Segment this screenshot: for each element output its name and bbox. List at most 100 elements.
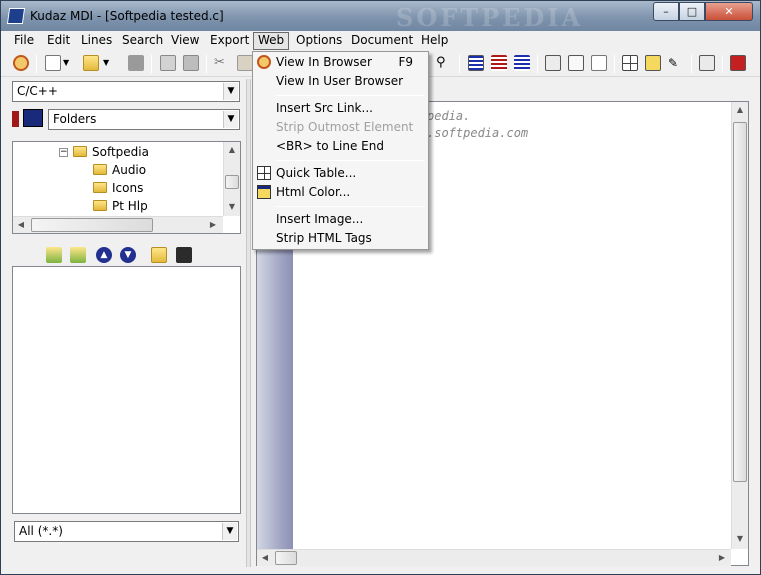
document-icon[interactable] [545,55,561,71]
close-button[interactable]: ✕ [705,2,753,21]
scroll-right-icon[interactable]: ▶ [714,550,730,566]
exit-icon[interactable] [730,55,746,71]
menu-quick-table[interactable]: Quick Table... [253,164,428,183]
blank-document-icon[interactable] [591,55,607,71]
open-folder-icon[interactable] [83,55,99,71]
find-icon[interactable]: ⚲ [436,55,452,71]
tree-item[interactable]: Icons [93,180,143,196]
menu-help[interactable]: Help [417,32,452,50]
folder-forward-icon[interactable] [70,247,86,263]
chevron-down-icon[interactable]: ▼ [223,111,238,128]
align-left-icon[interactable] [468,55,484,71]
menu-file[interactable]: File [10,32,38,50]
editor-horizontal-scrollbar[interactable]: ◀ ▶ [257,549,731,566]
menu-view[interactable]: View [167,32,203,50]
tree-item[interactable]: Softpedia [73,144,149,160]
menu-document[interactable]: Document [347,32,417,50]
tree-horizontal-scrollbar[interactable]: ◀ ▶ [13,216,223,233]
align-center-icon[interactable] [491,55,507,71]
minimize-button[interactable]: – [653,2,679,21]
web-menu-dropdown: View In Browser F9 View In User Browser … [252,51,429,250]
arrow-down-icon[interactable]: ▼ [120,247,136,263]
tree-vertical-scrollbar[interactable]: ▲ ▼ [223,142,240,216]
image-icon[interactable] [23,109,43,127]
menu-insert-src-link[interactable]: Insert Src Link... [253,99,428,118]
save-icon[interactable] [128,55,144,71]
save-all-icon[interactable] [183,55,199,71]
language-select[interactable]: C/C++ ▼ [12,81,240,102]
menu-export[interactable]: Export [206,32,253,50]
chevron-down-icon[interactable]: ▼ [222,523,237,540]
toolbar-separator [691,55,692,73]
menu-separator [275,95,425,96]
open-all-icon[interactable] [160,55,176,71]
save-icon[interactable] [176,247,192,263]
menu-view-in-browser[interactable]: View In Browser F9 [253,53,428,72]
menu-strip-html-tags[interactable]: Strip HTML Tags [253,229,428,248]
align-right-icon[interactable] [514,55,530,71]
folder-up-icon[interactable] [46,247,62,263]
menu-options[interactable]: Options [292,32,346,50]
table-icon[interactable] [622,55,638,71]
menu-view-in-user-browser[interactable]: View In User Browser [253,72,428,91]
folder-icon [93,200,107,211]
color-icon[interactable] [645,55,661,71]
editor-vertical-scrollbar[interactable]: ▲ ▼ [731,102,748,549]
file-filter-select[interactable]: All (*.*) ▼ [14,521,239,542]
scroll-left-icon[interactable]: ◀ [257,550,273,566]
tree-item-label: Pt Hlp [112,199,148,213]
file-list[interactable] [12,266,241,514]
options-icon[interactable] [699,55,715,71]
maximize-button[interactable]: □ [679,2,705,21]
open-dropdown-icon[interactable]: ▼ [103,55,111,71]
open-folder-icon[interactable] [151,247,167,263]
new-file-icon[interactable] [45,55,61,71]
menu-separator [275,160,425,161]
menu-edit[interactable]: Edit [43,32,74,50]
menu-shortcut: F9 [398,55,413,69]
menu-item-label: Insert Src Link... [276,101,373,115]
menu-search[interactable]: Search [118,32,167,50]
copy-icon[interactable] [237,55,253,71]
menu-item-label: Quick Table... [276,166,357,180]
tools-icon[interactable]: ✎ [668,55,684,71]
menu-bar: File Edit Lines Search View Export Web O… [1,31,760,51]
menu-insert-image[interactable]: Insert Image... [253,210,428,229]
browser-icon [257,55,271,69]
menu-lines[interactable]: Lines [77,32,116,50]
scroll-thumb[interactable] [275,551,297,565]
scroll-up-icon[interactable]: ▲ [224,142,240,158]
toolbar-separator [537,55,538,73]
scroll-thumb[interactable] [225,175,239,189]
scroll-down-icon[interactable]: ▼ [224,199,240,215]
tree-item[interactable]: Audio [93,162,146,178]
menu-item-label: View In Browser [276,55,372,69]
collapse-expander[interactable]: − [59,148,68,157]
app-icon[interactable] [6,8,26,24]
scroll-down-icon[interactable]: ▼ [732,531,748,547]
menu-web[interactable]: Web [253,32,290,50]
location-select[interactable]: Folders ▼ [48,109,240,130]
cut-icon[interactable]: ✂ [214,55,230,71]
scroll-up-icon[interactable]: ▲ [732,102,748,118]
scroll-right-icon[interactable]: ▶ [205,217,221,233]
scroll-thumb[interactable] [733,122,747,482]
folder-icon [93,164,107,175]
document-list-icon[interactable] [568,55,584,71]
window-title: Kudaz MDI - [Softpedia tested.c] [30,9,224,23]
tree-item-label: Icons [112,181,144,195]
scroll-thumb[interactable] [31,218,153,232]
chevron-down-icon[interactable]: ▼ [223,83,238,100]
menu-br-to-line-end[interactable]: <BR> to Line End [253,137,428,156]
file-list-toolbar: ▲ ▼ [12,244,241,266]
file-filter-value: All (*.*) [19,524,63,538]
preview-icon[interactable] [13,55,29,71]
scroll-left-icon[interactable]: ◀ [13,217,29,233]
arrow-up-icon[interactable]: ▲ [96,247,112,263]
tree-item[interactable]: Pt Hlp [93,198,148,214]
new-dropdown-icon[interactable]: ▼ [63,55,71,71]
folder-icon [93,182,107,193]
panel-splitter[interactable] [246,79,251,567]
menu-html-color[interactable]: Html Color... [253,183,428,202]
title-bar[interactable]: SOFTPEDIA Kudaz MDI - [Softpedia tested.… [1,1,760,32]
